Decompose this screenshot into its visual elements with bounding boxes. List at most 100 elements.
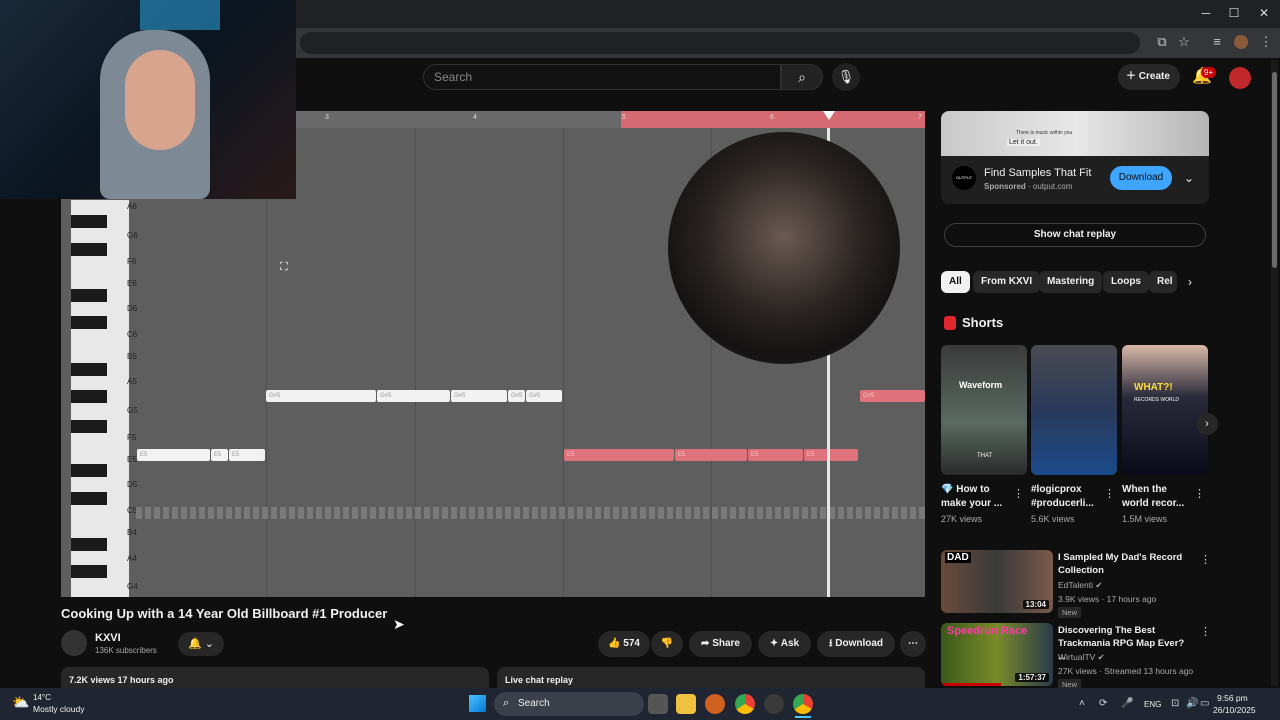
midi-note: E5: [675, 449, 747, 461]
chip-related[interactable]: Rel: [1149, 271, 1177, 293]
profile-avatar[interactable]: [1234, 35, 1248, 49]
chevron-down-icon[interactable]: ⌄: [1184, 171, 1194, 185]
more-vertical-icon[interactable]: ⋮: [1013, 487, 1024, 500]
ad-title[interactable]: Find Samples That Fit: [984, 167, 1091, 179]
note-label: E6: [127, 279, 137, 288]
network-icon[interactable]: ⊡: [1171, 698, 1179, 709]
like-button[interactable]: 👍 574: [598, 631, 650, 657]
chip-mastering[interactable]: Mastering: [1039, 271, 1103, 293]
short-thumbnail[interactable]: WHAT?! RECORDS WORLD: [1122, 345, 1208, 475]
close-window-button[interactable]: ✕: [1254, 6, 1274, 20]
repeated-notes-row: [136, 507, 925, 519]
sync-icon[interactable]: ⟳: [1099, 698, 1107, 709]
ad-banner-image[interactable]: [941, 111, 1209, 156]
chrome-active-icon[interactable]: [793, 694, 813, 714]
midi-note: E5: [211, 449, 228, 461]
recommended-video-title[interactable]: I Sampled My Dad's Record Collection: [1058, 551, 1192, 577]
recommended-channel[interactable]: EdTalenti ✔: [1058, 580, 1102, 591]
battery-icon[interactable]: ▭: [1200, 698, 1209, 709]
microphone-icon[interactable]: 🎤: [1121, 698, 1133, 709]
short-thumbnail[interactable]: Waveform THAT: [941, 345, 1027, 475]
chip-all[interactable]: All: [941, 271, 970, 293]
chip-loops[interactable]: Loops: [1103, 271, 1149, 293]
more-vertical-icon[interactable]: ⋮: [1200, 625, 1211, 638]
language-indicator[interactable]: ENG: [1144, 700, 1161, 709]
clock-time[interactable]: 9:56 pm: [1217, 693, 1248, 703]
ad-image-subtext: There is music within you: [1016, 130, 1073, 136]
file-explorer-icon[interactable]: [676, 694, 696, 714]
circular-facecam: [668, 132, 900, 364]
ad-download-button[interactable]: Download: [1110, 166, 1172, 190]
subscriber-count: 136K subscribers: [95, 646, 157, 655]
black-key: [71, 420, 107, 433]
chevron-up-icon[interactable]: ˄: [1079, 698, 1085, 709]
midi-note: G#5: [526, 390, 562, 402]
address-bar[interactable]: [300, 32, 1140, 54]
video-thumbnail[interactable]: DAD 13:04: [941, 550, 1053, 613]
dislike-button[interactable]: 👎: [651, 631, 683, 657]
share-label: Share: [712, 638, 740, 649]
black-key: [71, 215, 107, 228]
subscribed-bell-button[interactable]: 🔔 ⌄: [178, 632, 224, 656]
weather-temperature[interactable]: 14°C: [33, 693, 51, 702]
windows-start-icon[interactable]: [469, 695, 486, 712]
minimize-button[interactable]: ─: [1196, 6, 1216, 20]
scrollbar-thumb[interactable]: [1272, 72, 1277, 268]
more-actions-button[interactable]: ⋯: [900, 631, 926, 657]
notification-count-badge: 9+: [1201, 67, 1217, 78]
download-button[interactable]: ⭳ Download: [817, 631, 895, 657]
voice-search-button[interactable]: 🎙: [832, 63, 860, 91]
channel-avatar[interactable]: [61, 630, 87, 656]
bookmark-star-icon[interactable]: ☆: [1175, 34, 1193, 50]
short-title[interactable]: 💎 How to make your ...: [941, 483, 1013, 511]
search-input[interactable]: Search: [423, 64, 781, 90]
more-vertical-icon[interactable]: ⋮: [1200, 553, 1211, 566]
browser-menu-icon[interactable]: ⋮: [1257, 34, 1275, 50]
shorts-heading: Shorts: [962, 315, 1004, 330]
clock-date[interactable]: 26/10/2025: [1213, 705, 1256, 715]
bell-icon: 🔔: [188, 638, 202, 650]
fl-studio-icon[interactable]: [705, 694, 725, 714]
show-chat-replay-button[interactable]: Show chat replay: [944, 223, 1206, 247]
midi-note: G#5: [451, 390, 507, 402]
shorts-next-button[interactable]: ›: [1196, 413, 1218, 435]
task-view-icon[interactable]: [648, 694, 668, 714]
maximize-button[interactable]: ☐: [1224, 6, 1244, 20]
grid-line: [563, 128, 564, 597]
watch-progress-bar: [941, 683, 1001, 686]
video-thumbnail[interactable]: Speedrun Race 1:57:37: [941, 623, 1053, 686]
recommended-channel[interactable]: WirtualTV ✔: [1058, 652, 1105, 663]
create-button[interactable]: ＋ Create: [1118, 64, 1180, 90]
chip-from-kxvi[interactable]: From KXVI: [973, 271, 1041, 293]
short-title[interactable]: When the world recor...: [1122, 483, 1194, 511]
note-label: C6: [127, 330, 138, 339]
midi-note: G#5: [508, 390, 525, 402]
channel-name[interactable]: KXVI: [95, 632, 121, 644]
sponsored-ad[interactable]: There is music within you Let it out. OU…: [941, 111, 1209, 204]
note-label: E5: [127, 455, 137, 464]
short-views: 1.5M views: [1122, 514, 1168, 524]
obs-icon[interactable]: [764, 694, 784, 714]
sponsored-label: Sponsored: [984, 182, 1026, 191]
midi-note: E5: [564, 449, 674, 461]
midi-note: E5: [229, 449, 265, 461]
more-vertical-icon[interactable]: ⋮: [1194, 487, 1205, 500]
cast-icon[interactable]: ⧉: [1153, 34, 1171, 50]
search-button[interactable]: ⌕: [781, 64, 823, 90]
volume-icon[interactable]: 🔊: [1186, 698, 1198, 709]
taskbar-search[interactable]: Search: [494, 692, 644, 716]
recommended-meta: 27K views · Streamed 13 hours ago: [1058, 666, 1194, 676]
ask-button[interactable]: ✦ Ask: [758, 631, 811, 657]
weather-description[interactable]: Mostly cloudy: [33, 704, 85, 714]
short-title[interactable]: #logicprox #producerli...: [1031, 483, 1103, 511]
short-views: 5.6K views: [1031, 514, 1075, 524]
media-controls-icon[interactable]: ≡: [1208, 34, 1226, 49]
chrome-icon[interactable]: [735, 694, 755, 714]
more-vertical-icon[interactable]: ⋮: [1104, 487, 1115, 500]
share-button[interactable]: ➦ Share: [689, 631, 752, 657]
chevron-right-icon[interactable]: ›: [1188, 275, 1192, 289]
account-avatar[interactable]: [1229, 67, 1251, 89]
black-key: [71, 538, 107, 551]
weather-icon[interactable]: ⛅: [12, 694, 29, 711]
short-thumbnail[interactable]: [1031, 345, 1117, 475]
